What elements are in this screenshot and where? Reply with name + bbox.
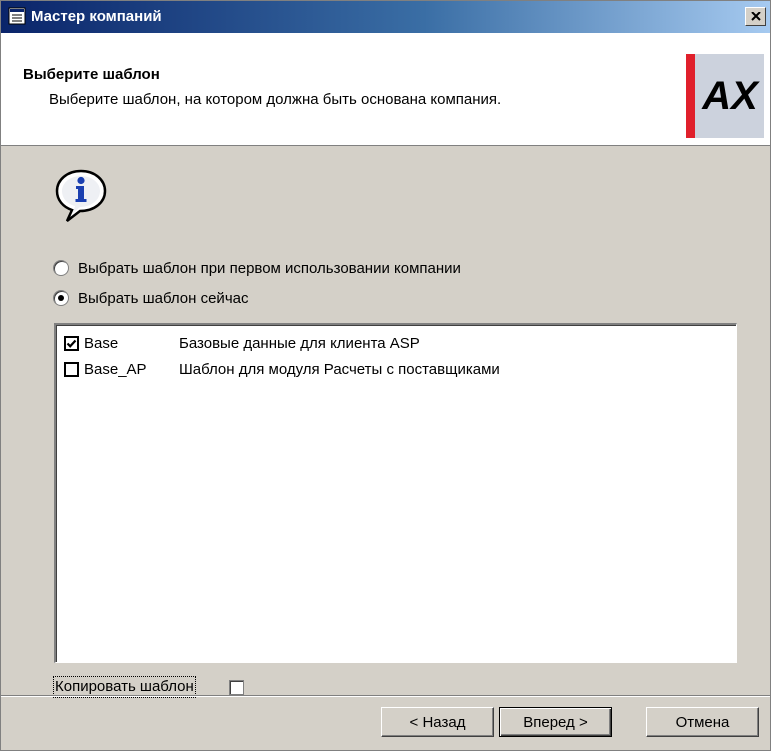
next-button[interactable]: Вперед >: [499, 707, 612, 737]
page-title: Выберите шаблон: [23, 66, 160, 83]
template-checkbox[interactable]: [64, 335, 79, 351]
radio-now-button[interactable]: [53, 290, 69, 306]
template-checkbox[interactable]: [64, 361, 79, 377]
page-subtitle: Выберите шаблон, на котором должна быть …: [49, 91, 502, 108]
title-bar[interactable]: Мастер компаний: [1, 1, 770, 33]
template-name: Base_AP: [84, 360, 147, 378]
back-button[interactable]: < Назад: [381, 707, 494, 737]
template-description: Шаблон для модуля Расчеты с поставщиками: [179, 360, 500, 378]
template-list[interactable]: Base Базовые данные для клиента ASP Base…: [54, 323, 737, 663]
radio-later-button[interactable]: [53, 260, 69, 276]
wizard-header: Выберите шаблон Выберите шаблон, на кото…: [1, 33, 770, 146]
template-name: Base: [84, 334, 119, 352]
radio-later[interactable]: Выбрать шаблон при первом использовании …: [53, 257, 461, 279]
copy-template-checkbox[interactable]: [229, 680, 244, 695]
cancel-button[interactable]: Отмена: [646, 707, 759, 737]
radio-now-label: Выбрать шаблон сейчас: [78, 289, 249, 307]
list-item[interactable]: Base Базовые данные для клиента ASP: [64, 331, 420, 355]
copy-template-label[interactable]: Копировать шаблон: [53, 676, 196, 698]
window-icon: [8, 7, 26, 25]
footer-divider: [1, 695, 770, 697]
list-item[interactable]: Base_AP Шаблон для модуля Расчеты с пост…: [64, 357, 500, 381]
close-icon: [750, 8, 761, 25]
radio-now[interactable]: Выбрать шаблон сейчас: [53, 287, 248, 309]
radio-later-label: Выбрать шаблон при первом использовании …: [78, 259, 461, 277]
info-icon: [53, 167, 109, 223]
ax-logo: AX: [686, 54, 764, 138]
window-title: Мастер компаний: [31, 8, 162, 25]
close-button[interactable]: [745, 7, 766, 26]
template-description: Базовые данные для клиента ASP: [179, 334, 420, 352]
logo-text: AX: [701, 74, 760, 118]
wizard-window: Мастер компаний Выберите шаблон Выберите…: [0, 0, 771, 751]
